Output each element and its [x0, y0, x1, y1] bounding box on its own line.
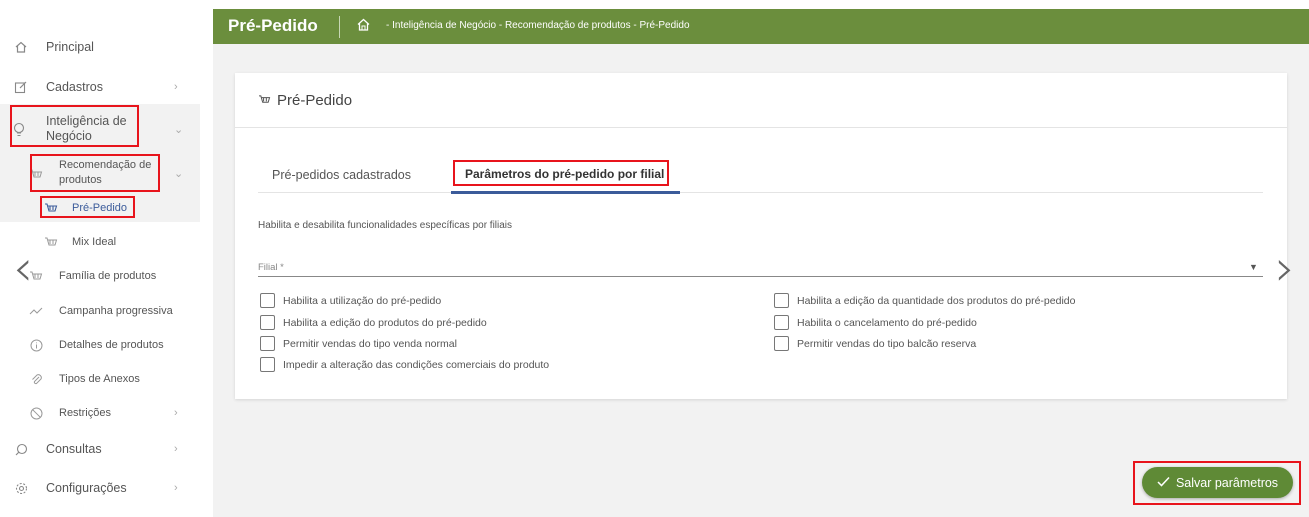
sidebar-item-cadastros[interactable]: Cadastros › — [0, 78, 200, 96]
checkbox-box[interactable] — [260, 315, 275, 330]
sidebar-item-configuracoes[interactable]: Configurações › — [0, 479, 200, 497]
checkbox-box[interactable] — [774, 293, 789, 308]
checkbox-box[interactable] — [260, 357, 275, 372]
tab-active-indicator — [451, 191, 680, 194]
filial-select[interactable] — [258, 276, 1263, 277]
highlight-box-recomendacao — [30, 154, 160, 192]
home-icon[interactable] — [356, 17, 372, 33]
sidebar-item-detalhes[interactable]: Detalhes de produtos — [0, 337, 200, 353]
chevron-right-icon: › — [174, 407, 178, 419]
header-divider — [339, 16, 340, 38]
basket-icon — [43, 234, 59, 250]
tabs-divider — [258, 192, 1263, 193]
chevron-right-icon: › — [174, 81, 178, 93]
sidebar-item-campanha[interactable]: Campanha progressiva — [0, 303, 200, 319]
checkbox-habilita-utilizacao[interactable]: Habilita a utilização do pré-pedido — [260, 293, 441, 308]
checkbox-box[interactable] — [774, 336, 789, 351]
checkbox-venda-normal[interactable]: Permitir vendas do tipo venda normal — [260, 336, 457, 351]
chevron-down-icon: ⌄ — [174, 124, 184, 136]
page-title: Pré-Pedido — [228, 16, 318, 35]
chevron-right-icon: › — [174, 482, 178, 494]
checkbox-balcao-reserva[interactable]: Permitir vendas do tipo balcão reserva — [774, 336, 976, 351]
edit-icon — [13, 79, 29, 95]
caret-down-icon[interactable]: ▼ — [1249, 262, 1258, 272]
section-description: Habilita e desabilita funcionalidades es… — [258, 220, 513, 231]
checkbox-cancelamento[interactable]: Habilita o cancelamento do pré-pedido — [774, 315, 977, 330]
checkbox-box[interactable] — [260, 336, 275, 351]
trend-icon — [28, 303, 44, 319]
highlight-box-pre-pedido — [40, 196, 135, 218]
card-title: Pré-Pedido — [258, 92, 352, 109]
checkbox-habilita-edicao-produtos[interactable]: Habilita a edição do produtos do pré-ped… — [260, 315, 487, 330]
checkbox-edicao-quantidade[interactable]: Habilita a edição da quantidade dos prod… — [774, 293, 1075, 308]
chevron-right-icon[interactable]: › — [1275, 243, 1295, 293]
info-icon — [28, 337, 44, 353]
home-icon — [13, 39, 29, 55]
chevron-right-icon: › — [174, 443, 178, 455]
search-icon — [13, 441, 29, 457]
checkbox-box[interactable] — [260, 293, 275, 308]
chevron-left-icon[interactable]: ‹ — [13, 243, 33, 293]
chevron-down-icon: ⌄ — [174, 168, 184, 180]
checkbox-impedir-alteracao[interactable]: Impedir a alteração das condições comerc… — [260, 357, 549, 372]
tab-pre-pedidos-cadastrados[interactable]: Pré-pedidos cadastrados — [272, 168, 411, 182]
paperclip-icon — [28, 371, 44, 387]
sidebar-item-restricoes[interactable]: Restrições › — [0, 405, 200, 421]
basket-icon — [258, 92, 271, 109]
gear-icon — [13, 480, 29, 496]
highlight-box-save — [1133, 461, 1301, 505]
breadcrumb: - Inteligência de Negócio - Recomendação… — [386, 20, 690, 31]
highlight-box-tab-parametros — [453, 160, 669, 186]
block-icon — [28, 405, 44, 421]
card-header: Pré-Pedido — [235, 73, 1287, 128]
sidebar-item-principal[interactable]: Principal — [0, 38, 200, 56]
top-header: Pré-Pedido - Inteligência de Negócio - R… — [213, 9, 1309, 44]
filial-select-label[interactable]: Filial * — [258, 262, 284, 273]
highlight-box-inteligencia — [10, 105, 139, 147]
sidebar-item-consultas[interactable]: Consultas › — [0, 440, 200, 458]
checkbox-box[interactable] — [774, 315, 789, 330]
sidebar-item-anexos[interactable]: Tipos de Anexos — [0, 371, 200, 387]
